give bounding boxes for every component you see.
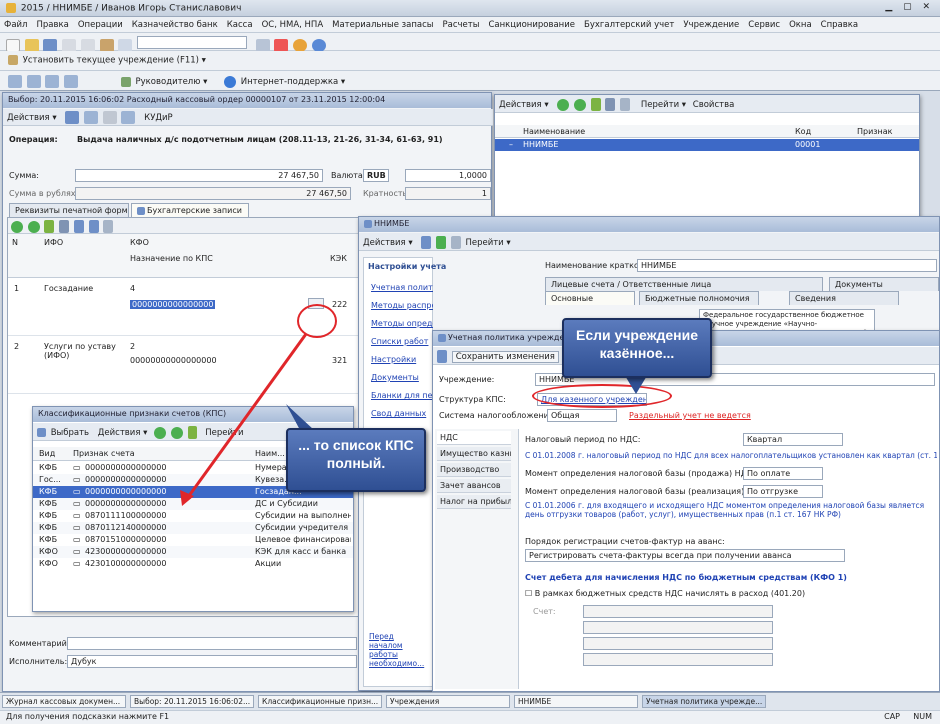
status-num: NUM xyxy=(913,712,932,721)
taskbar-item[interactable]: Учетная политика учрежде... xyxy=(642,695,766,708)
callout-kps-full: ... то список КПС полный. xyxy=(286,428,426,492)
taskbar-item[interactable]: Учреждения xyxy=(386,695,510,708)
arrow-overlay xyxy=(180,333,648,506)
status-caps: CAP xyxy=(884,712,900,721)
taskbar-item[interactable]: Классификационные призн... xyxy=(258,695,382,708)
taskbar-item[interactable]: Журнал кассовых докумен... xyxy=(2,695,126,708)
taskbar: Журнал кассовых докумен... Выбор: 20.11.2… xyxy=(0,692,940,710)
status-hint: Для получения подсказки нажмите F1 xyxy=(6,712,170,721)
callout-kazennoe: Если учреждение казённое... xyxy=(562,318,712,378)
taskbar-item[interactable]: Выбор: 20.11.2015 16:06:02... xyxy=(130,695,254,708)
callout-kps-pointer xyxy=(286,404,314,430)
status-bar: Для получения подсказки нажмите F1 CAP N… xyxy=(0,710,940,724)
taskbar-item[interactable]: ННИМБЕ xyxy=(514,695,638,708)
